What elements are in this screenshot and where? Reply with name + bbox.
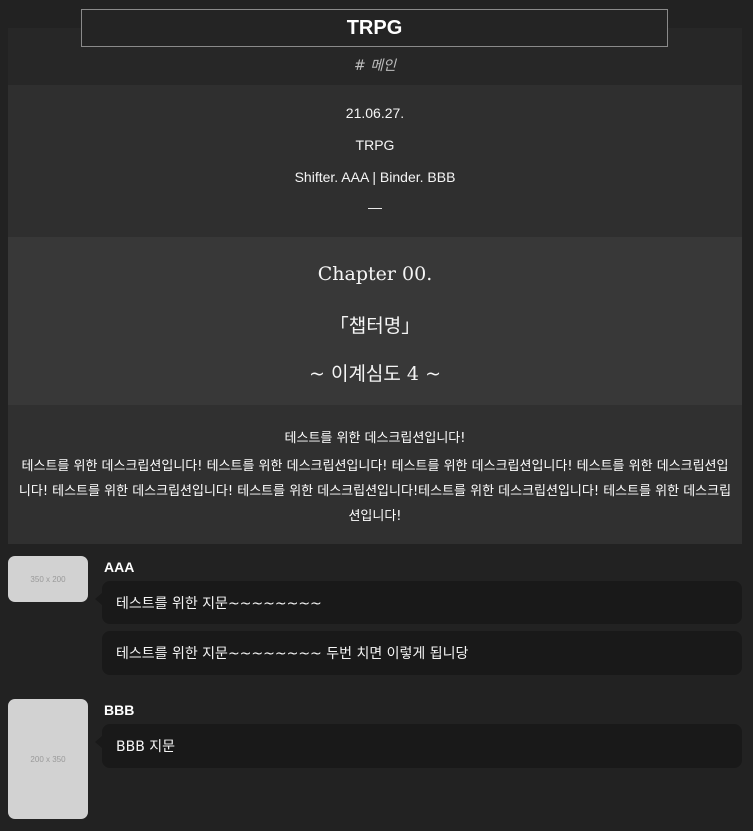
section-divider: — (368, 199, 382, 215)
message-bubble: 테스트를 위한 지문~~~~~~~~ 두번 치면 이렇게 됩니당 (102, 631, 742, 675)
message-text: 테스트를 위한 지문~~~~~~~~ (116, 595, 322, 612)
avatar-placeholder-label: 350 x 200 (30, 574, 66, 584)
message-text: BBB 지문 (116, 739, 176, 755)
message-bubble: BBB 지문 (95, 724, 742, 768)
description-long: 테스트를 위한 데스크립션입니다! 테스트를 위한 데스크립션입니다! 테스트를… (18, 459, 732, 524)
session-game: TRPG (355, 137, 395, 153)
description-short: 테스트를 위한 데스크립션입니다! (284, 431, 466, 446)
message-text: 테스트를 위한 지문~~~~~~~~ 두번 치면 이렇게 됩니당 (116, 646, 469, 662)
session-players: Shifter. AAA | Binder. BBB (294, 169, 456, 185)
chapter-number: Chapter 00. (317, 263, 433, 285)
speaker-name: AAA (104, 559, 135, 575)
avatar: 200 x 350 (8, 699, 88, 819)
session-date: 21.06.27. (345, 105, 405, 121)
avatar-placeholder-label: 200 x 350 (30, 754, 66, 764)
avatar: 350 x 200 (8, 556, 88, 602)
description-block: 테스트를 위한 데스크립션입니다! 테스트를 위한 데스크립션입니다! 테스트를… (8, 405, 742, 544)
session-info: 21.06.27. TRPG Shifter. AAA | Binder. BB… (8, 85, 742, 237)
speaker-name: BBB (104, 702, 135, 718)
message-bubble: 테스트를 위한 지문~~~~~~~~ (95, 581, 742, 624)
chapter-name: 「챕터명」 (329, 315, 421, 337)
chapter-depth: ~ 이계심도 4 ~ (309, 363, 441, 385)
channel-tag[interactable]: # 메인 (8, 55, 742, 77)
page-title: TRPG (81, 9, 668, 47)
chapter-banner: Chapter 00. 「챕터명」 ~ 이계심도 4 ~ (8, 237, 742, 405)
